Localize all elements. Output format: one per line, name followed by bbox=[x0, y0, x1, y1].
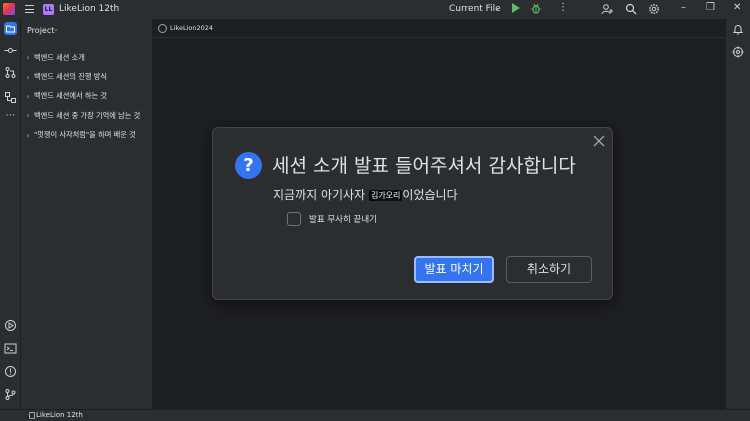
chevron-right-icon[interactable]: › bbox=[24, 53, 32, 62]
message-text: 지금까지 아기사자 bbox=[273, 188, 369, 202]
project-icon bbox=[29, 412, 35, 419]
dialog-title: 세션 소개 발표 들어주셔서 감사합니다 bbox=[272, 155, 576, 177]
intellij-logo-icon bbox=[3, 3, 15, 15]
chevron-down-icon[interactable]: ⌄ bbox=[494, 3, 501, 12]
chevron-right-icon[interactable]: › bbox=[24, 73, 32, 82]
more-tools-icon[interactable]: ⋯ bbox=[4, 111, 17, 124]
run-tool-icon[interactable] bbox=[4, 319, 17, 332]
tree-item[interactable]: › 백엔드 세션의 진행 방식 bbox=[21, 67, 153, 86]
checkbox-label[interactable]: 발표 무사히 끝내기 bbox=[309, 213, 377, 225]
finish-checkbox[interactable] bbox=[287, 212, 301, 226]
pull-requests-icon[interactable] bbox=[4, 66, 17, 79]
question-icon: ? bbox=[235, 152, 262, 179]
left-tool-strip: ⋯ bbox=[0, 19, 21, 409]
chevron-right-icon[interactable]: › bbox=[24, 131, 32, 140]
project-folder-icon[interactable] bbox=[4, 22, 17, 35]
finish-presentation-button[interactable]: 발표 마치기 bbox=[414, 256, 494, 283]
tree-item[interactable]: › 백엔드 세션 소개 bbox=[21, 48, 153, 67]
project-badge[interactable]: LL bbox=[43, 4, 54, 15]
tree-item[interactable]: › 백엔드 세션에서 하는 것 bbox=[21, 87, 153, 106]
tree-item[interactable]: › "멋쟁이 사자처럼"을 하며 배운 것 bbox=[21, 126, 153, 145]
git-icon[interactable] bbox=[4, 388, 17, 401]
tree-item-label: "멋쟁이 사자처럼"을 하며 배운 것 bbox=[34, 130, 136, 140]
project-panel-title[interactable]: Project bbox=[27, 26, 54, 35]
add-user-icon[interactable] bbox=[601, 3, 613, 15]
tree-item[interactable]: › 백엔드 세션 중 가장 기억에 남는 것 bbox=[21, 106, 153, 125]
commit-icon[interactable] bbox=[4, 44, 17, 57]
chevron-down-icon[interactable]: ⌄ bbox=[53, 25, 59, 33]
project-panel: Project ⌄ › 백엔드 세션 소개 › 백엔드 세션의 진행 방식 › … bbox=[21, 19, 153, 409]
search-icon[interactable] bbox=[625, 3, 637, 15]
confirmation-dialog: ? 세션 소개 발표 들어주셔서 감사합니다 지금까지 아기사자 김가오리 이었습… bbox=[212, 127, 613, 300]
project-tree: › 백엔드 세션 소개 › 백엔드 세션의 진행 방식 › 백엔드 세션에서 하… bbox=[21, 48, 153, 145]
message-text: 이었습니다 bbox=[402, 188, 458, 202]
problems-icon[interactable] bbox=[4, 365, 17, 378]
main-menu-icon[interactable] bbox=[25, 5, 34, 13]
chevron-right-icon[interactable]: › bbox=[24, 111, 32, 120]
status-project-name[interactable]: LikeLion 12th bbox=[36, 411, 83, 419]
terminal-icon[interactable] bbox=[4, 342, 17, 355]
cancel-button[interactable]: 취소하기 bbox=[506, 256, 592, 283]
run-icon[interactable] bbox=[512, 3, 520, 13]
run-configuration-selector[interactable]: Current File bbox=[449, 4, 501, 14]
right-tool-strip bbox=[725, 19, 750, 409]
module-icon bbox=[158, 24, 167, 33]
minimize-icon[interactable]: – bbox=[681, 2, 686, 13]
title-bar: LL LikeLion 12th Current File ⌄ ⋮ – ❐ ✕ bbox=[0, 0, 750, 19]
restore-icon[interactable]: ❐ bbox=[706, 2, 715, 13]
message-highlight: 김가오리 bbox=[368, 190, 403, 201]
debug-icon[interactable] bbox=[531, 3, 541, 14]
dialog-message: 지금까지 아기사자 김가오리 이었습니다 bbox=[273, 186, 458, 203]
notifications-bell-icon[interactable] bbox=[732, 23, 744, 35]
tree-item-label: 백엔드 세션 소개 bbox=[34, 52, 85, 62]
plugin-icon[interactable] bbox=[732, 46, 744, 58]
status-bar: LikeLion 12th bbox=[0, 409, 750, 421]
tree-item-label: 백엔드 세션의 진행 방식 bbox=[34, 72, 107, 82]
tree-item-label: 백엔드 세션 중 가장 기억에 남는 것 bbox=[34, 110, 141, 120]
chevron-right-icon[interactable]: › bbox=[24, 92, 32, 101]
settings-gear-icon[interactable] bbox=[648, 3, 660, 15]
tree-item-label: 백엔드 세션에서 하는 것 bbox=[34, 91, 107, 101]
close-icon[interactable] bbox=[592, 134, 606, 148]
more-actions-icon[interactable]: ⋮ bbox=[558, 2, 568, 13]
project-name[interactable]: LikeLion 12th bbox=[59, 4, 119, 14]
close-window-icon[interactable]: ✕ bbox=[733, 2, 741, 13]
navigation-bar: LikeLion2024 › bbox=[153, 19, 725, 38]
chevron-right-icon: › bbox=[206, 23, 209, 31]
structure-icon[interactable] bbox=[4, 91, 17, 104]
